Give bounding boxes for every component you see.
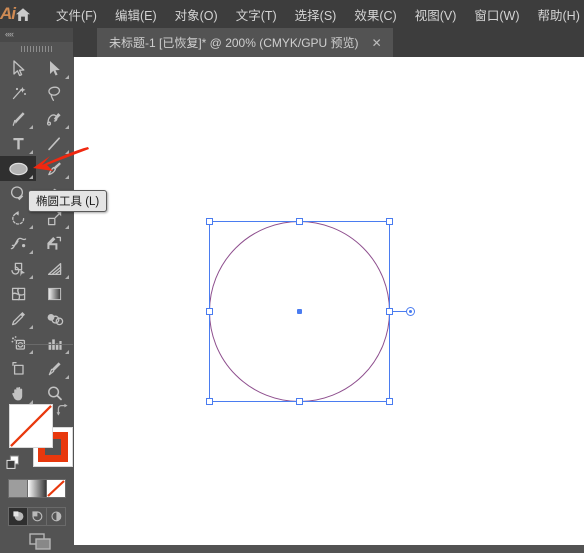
flyout-corner-icon [65, 150, 69, 154]
tool-free-transform[interactable] [36, 231, 72, 256]
draw-normal-button[interactable] [9, 508, 28, 525]
flyout-corner-icon [65, 275, 69, 279]
tool-magic-wand[interactable] [0, 81, 36, 106]
selection-bounding-box [209, 221, 390, 402]
flyout-corner-icon [29, 325, 33, 329]
none-slash-icon [10, 405, 52, 447]
tool-curvature[interactable] [36, 106, 72, 131]
change-screen-mode-button[interactable] [0, 531, 73, 553]
flyout-corner-icon [65, 375, 69, 379]
tool-selection[interactable] [0, 56, 36, 81]
tool-blend[interactable] [36, 306, 72, 331]
flyout-corner-icon [29, 350, 33, 354]
handle-top-left[interactable] [206, 218, 213, 225]
tool-eyedropper[interactable] [0, 306, 36, 331]
tool-artboard[interactable] [0, 356, 36, 381]
corner-widget-connector [393, 311, 407, 312]
flyout-corner-icon [29, 175, 33, 179]
menu-items: 文件(F) 编辑(E) 对象(O) 文字(T) 选择(S) 效果(C) 视图(V… [47, 1, 584, 28]
tool-lasso[interactable] [36, 81, 72, 106]
handle-top-right[interactable] [386, 218, 393, 225]
menu-type[interactable]: 文字(T) [227, 1, 286, 28]
app-logo: Ai [0, 0, 15, 28]
handle-bottom-left[interactable] [206, 398, 213, 405]
color-controls [0, 399, 73, 545]
menu-edit[interactable]: 编辑(E) [106, 1, 166, 28]
fill-swatch[interactable] [9, 404, 53, 448]
paint-mode-row [8, 479, 66, 498]
tool-direct-selection[interactable] [36, 56, 72, 81]
document-tab-title: 未标题-1 [已恢复]* @ 200% (CMYK/GPU 预览) [109, 34, 359, 51]
home-icon[interactable] [15, 0, 31, 28]
menu-help[interactable]: 帮助(H) [529, 1, 584, 28]
menu-window[interactable]: 窗口(W) [465, 1, 528, 28]
draw-mode-row [8, 507, 66, 526]
none-swatch-button[interactable] [47, 480, 65, 497]
flyout-corner-icon [29, 125, 33, 129]
tool-width[interactable] [0, 231, 36, 256]
menu-bar: Ai 文件(F) 编辑(E) 对象(O) 文字(T) 选择(S) 效果(C) 视… [0, 0, 584, 28]
tool-panel-header: «« [0, 28, 73, 42]
tool-paintbrush[interactable] [36, 156, 72, 181]
flyout-corner-icon [65, 350, 69, 354]
flyout-corner-icon [65, 125, 69, 129]
tool-shape-builder[interactable] [0, 256, 36, 281]
tool-line-segment[interactable] [36, 131, 72, 156]
gradient-swatch-button[interactable] [28, 480, 47, 497]
artboard-canvas[interactable] [74, 57, 584, 545]
tool-ellipse[interactable] [0, 156, 36, 181]
document-tab[interactable]: 未标题-1 [已恢复]* @ 200% (CMYK/GPU 预览) ✕ [97, 28, 393, 57]
tool-slice[interactable] [36, 356, 72, 381]
tool-gradient[interactable] [36, 281, 72, 306]
flyout-corner-icon [29, 150, 33, 154]
handle-top-center[interactable] [296, 218, 303, 225]
tool-panel [0, 56, 73, 545]
tool-divider [16, 344, 73, 345]
flyout-corner-icon [29, 225, 33, 229]
tool-mesh[interactable] [0, 281, 36, 306]
illustrator-window: Ai 文件(F) 编辑(E) 对象(O) 文字(T) 选择(S) 效果(C) 视… [0, 0, 584, 545]
tool-panel-grip[interactable] [0, 42, 73, 56]
live-corner-widget[interactable] [406, 307, 415, 316]
tool-type[interactable] [0, 131, 36, 156]
tool-perspective-grid[interactable] [36, 256, 72, 281]
swap-fill-stroke-icon[interactable] [55, 403, 69, 422]
flyout-corner-icon [65, 225, 69, 229]
menu-select[interactable]: 选择(S) [286, 1, 346, 28]
none-slash-icon [47, 480, 65, 497]
anchor-center[interactable] [297, 309, 302, 314]
flyout-corner-icon [65, 75, 69, 79]
collapse-panel-icon[interactable]: «« [5, 30, 13, 39]
document-tab-bar: 未标题-1 [已恢复]* @ 200% (CMYK/GPU 预览) ✕ [73, 28, 584, 57]
handle-middle-left[interactable] [206, 308, 213, 315]
color-swatch-button[interactable] [9, 480, 28, 497]
menu-file[interactable]: 文件(F) [47, 1, 106, 28]
home-glyph [15, 7, 31, 22]
close-icon[interactable]: ✕ [369, 36, 385, 50]
flyout-corner-icon [29, 275, 33, 279]
flyout-corner-icon [65, 175, 69, 179]
menu-view[interactable]: 视图(V) [406, 1, 466, 28]
draw-behind-button[interactable] [28, 508, 47, 525]
handle-bottom-center[interactable] [296, 398, 303, 405]
handle-bottom-right[interactable] [386, 398, 393, 405]
menu-object[interactable]: 对象(O) [166, 1, 227, 28]
draw-inside-button[interactable] [47, 508, 65, 525]
tool-pen[interactable] [0, 106, 36, 131]
menu-effect[interactable]: 效果(C) [345, 1, 405, 28]
drag-grip-icon [21, 46, 53, 52]
flyout-corner-icon [29, 250, 33, 254]
tool-grid [0, 56, 73, 406]
handle-middle-right[interactable] [386, 308, 393, 315]
tool-tooltip: 椭圆工具 (L) [28, 190, 107, 212]
default-fill-stroke-icon[interactable] [6, 455, 21, 475]
